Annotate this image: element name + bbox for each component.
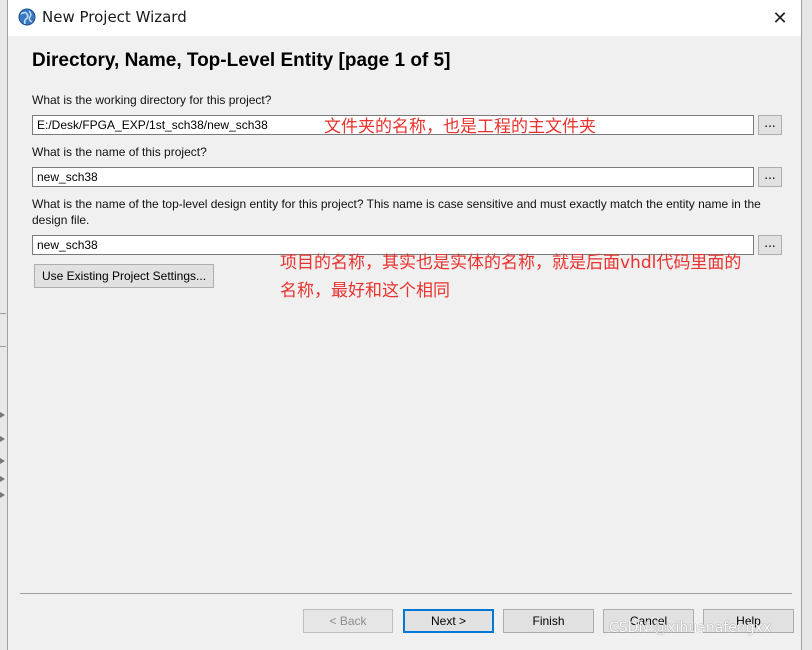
new-project-wizard-dialog: New Project Wizard ✕ Directory, Name, To… <box>7 0 802 650</box>
project-name-input[interactable]: new_sch38 <box>32 167 754 187</box>
close-icon: ✕ <box>772 7 788 29</box>
next-button[interactable]: Next > <box>403 609 494 633</box>
globe-app-icon <box>18 8 36 26</box>
browse-directory-button[interactable]: ... <box>758 115 782 135</box>
directory-label: What is the working directory for this p… <box>32 93 272 107</box>
browse-project-name-button[interactable]: ... <box>758 167 782 187</box>
window-title: New Project Wizard <box>42 8 187 26</box>
directory-annotation: 文件夹的名称，也是工程的主文件夹 <box>324 117 596 137</box>
page-title: Directory, Name, Top-Level Entity [page … <box>32 50 451 71</box>
top-level-entity-label: What is the name of the top-level design… <box>32 197 761 227</box>
project-name-annotation-line1: 项目的名称，其实也是实体的名称，就是后面vhdl代码里面的 <box>280 253 742 273</box>
back-button[interactable]: < Back <box>303 609 393 633</box>
csdn-watermark: CSDN @xihuanafengxx <box>609 620 772 636</box>
project-name-label: What is the name of this project? <box>32 145 207 159</box>
use-existing-project-settings-button[interactable]: Use Existing Project Settings... <box>34 264 214 288</box>
finish-button[interactable]: Finish <box>503 609 594 633</box>
background-window-edge-left <box>0 0 7 650</box>
project-name-annotation-line2: 名称，最好和这个相同 <box>280 281 450 301</box>
title-bar: New Project Wizard ✕ <box>8 0 801 36</box>
close-button[interactable]: ✕ <box>762 2 798 34</box>
footer-divider <box>20 593 792 594</box>
